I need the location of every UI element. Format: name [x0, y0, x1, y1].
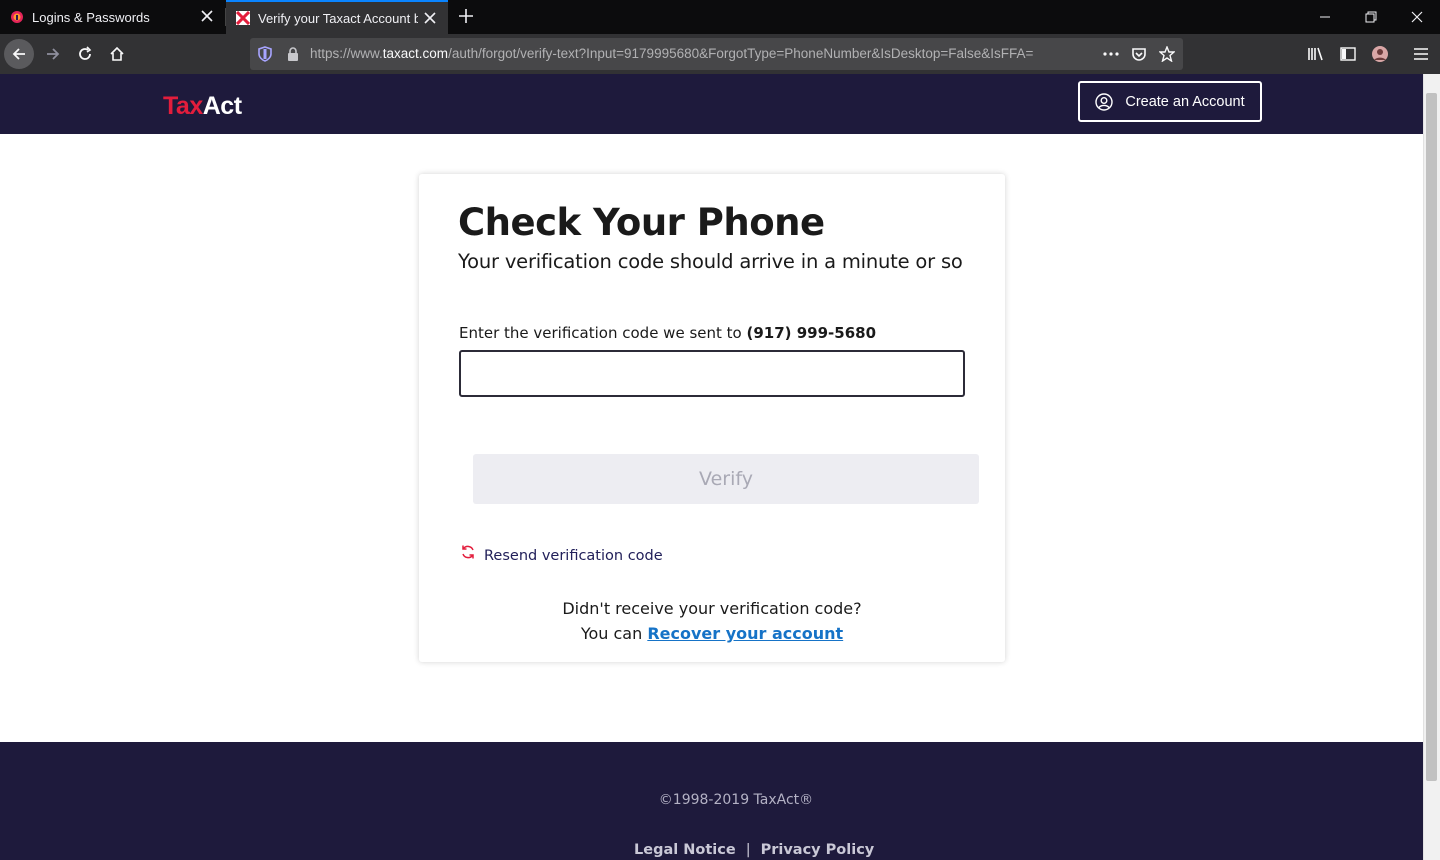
- taxact-logo[interactable]: TaxAct: [163, 92, 242, 121]
- page-subtitle: Your verification code should arrive in …: [458, 250, 963, 273]
- help-text: Didn't receive your verification code?: [562, 599, 862, 618]
- pocket-icon[interactable]: [1131, 46, 1147, 62]
- taxact-favicon: [236, 11, 250, 25]
- privacy-policy-link[interactable]: Privacy Policy: [761, 842, 875, 858]
- verify-button[interactable]: Verify: [473, 454, 979, 504]
- lockwise-icon: [10, 10, 24, 24]
- create-account-label: Create an Account: [1125, 93, 1245, 110]
- site-footer: ©1998-2019 TaxAct® Legal Notice | Privac…: [0, 742, 1423, 860]
- recover-line: You can Recover your account: [419, 624, 1005, 643]
- browser-nav-bar: https://www.taxact.com/auth/forgot/verif…: [0, 34, 1440, 74]
- legal-notice-link[interactable]: Legal Notice: [634, 842, 736, 858]
- minimize-icon[interactable]: [1302, 0, 1348, 34]
- back-arrow-icon[interactable]: [4, 39, 34, 69]
- scrollbar-thumb[interactable]: [1426, 93, 1437, 781]
- library-icon[interactable]: [1301, 39, 1331, 69]
- reload-icon[interactable]: [70, 39, 100, 69]
- resend-label: Resend verification code: [484, 548, 663, 564]
- recover-prefix: You can: [580, 624, 648, 643]
- url-prefix: https://www.: [310, 46, 383, 61]
- account-avatar-icon[interactable]: [1365, 39, 1395, 69]
- tracking-protection-shield-icon[interactable]: [257, 46, 273, 62]
- verification-code-input[interactable]: [459, 350, 965, 397]
- restore-icon[interactable]: [1348, 0, 1394, 34]
- resend-code-link[interactable]: Resend verification code: [459, 545, 663, 564]
- close-window-icon[interactable]: [1394, 0, 1440, 34]
- bookmark-star-icon[interactable]: [1159, 46, 1175, 62]
- logo-act: Act: [202, 92, 242, 120]
- close-tab-icon[interactable]: [199, 8, 215, 24]
- tab-verify-taxact[interactable]: Verify your Taxact Account by t: [226, 0, 448, 34]
- refresh-icon: [459, 543, 477, 561]
- page-viewport: TaxAct Create an Account Check Your Phon…: [0, 74, 1423, 860]
- tab-title: Verify your Taxact Account by t: [258, 10, 418, 26]
- home-icon[interactable]: [102, 39, 132, 69]
- page-actions-ellipsis-icon[interactable]: [1103, 46, 1119, 62]
- user-circle-icon: [1095, 92, 1114, 111]
- url-text[interactable]: https://www.taxact.com/auth/forgot/verif…: [310, 46, 1070, 61]
- footer-separator: |: [745, 842, 751, 858]
- site-header: TaxAct Create an Account: [0, 74, 1423, 134]
- tab-logins-passwords[interactable]: Logins & Passwords: [0, 0, 225, 34]
- page-title: Check Your Phone: [458, 201, 825, 244]
- verification-code-label: Enter the verification code we sent to (…: [459, 324, 876, 342]
- sidebar-icon[interactable]: [1333, 39, 1363, 69]
- copyright-text: ©1998-2019 TaxAct®: [658, 792, 814, 808]
- browser-tab-bar: Logins & Passwords Verify your Taxact Ac…: [0, 0, 1440, 34]
- phone-number: (917) 999-5680: [746, 324, 877, 342]
- url-domain: taxact.com: [382, 46, 449, 61]
- forward-arrow-icon[interactable]: [38, 39, 68, 69]
- field-label-text: Enter the verification code we sent to: [459, 324, 747, 342]
- new-tab-icon[interactable]: [456, 6, 476, 26]
- url-path: /auth/forgot/verify-text?Input=917999568…: [448, 46, 1034, 61]
- hamburger-menu-icon[interactable]: [1406, 39, 1436, 69]
- tab-title: Logins & Passwords: [32, 9, 150, 25]
- url-bar[interactable]: https://www.taxact.com/auth/forgot/verif…: [250, 38, 1183, 70]
- lock-icon[interactable]: [285, 46, 301, 62]
- logo-tax: Tax: [163, 92, 203, 120]
- create-account-button[interactable]: Create an Account: [1078, 81, 1262, 122]
- verification-card: Check Your Phone Your verification code …: [419, 174, 1005, 662]
- footer-links: Legal Notice | Privacy Policy: [634, 842, 874, 858]
- recover-account-link[interactable]: Recover your account: [647, 624, 843, 643]
- close-tab-icon[interactable]: [422, 10, 438, 26]
